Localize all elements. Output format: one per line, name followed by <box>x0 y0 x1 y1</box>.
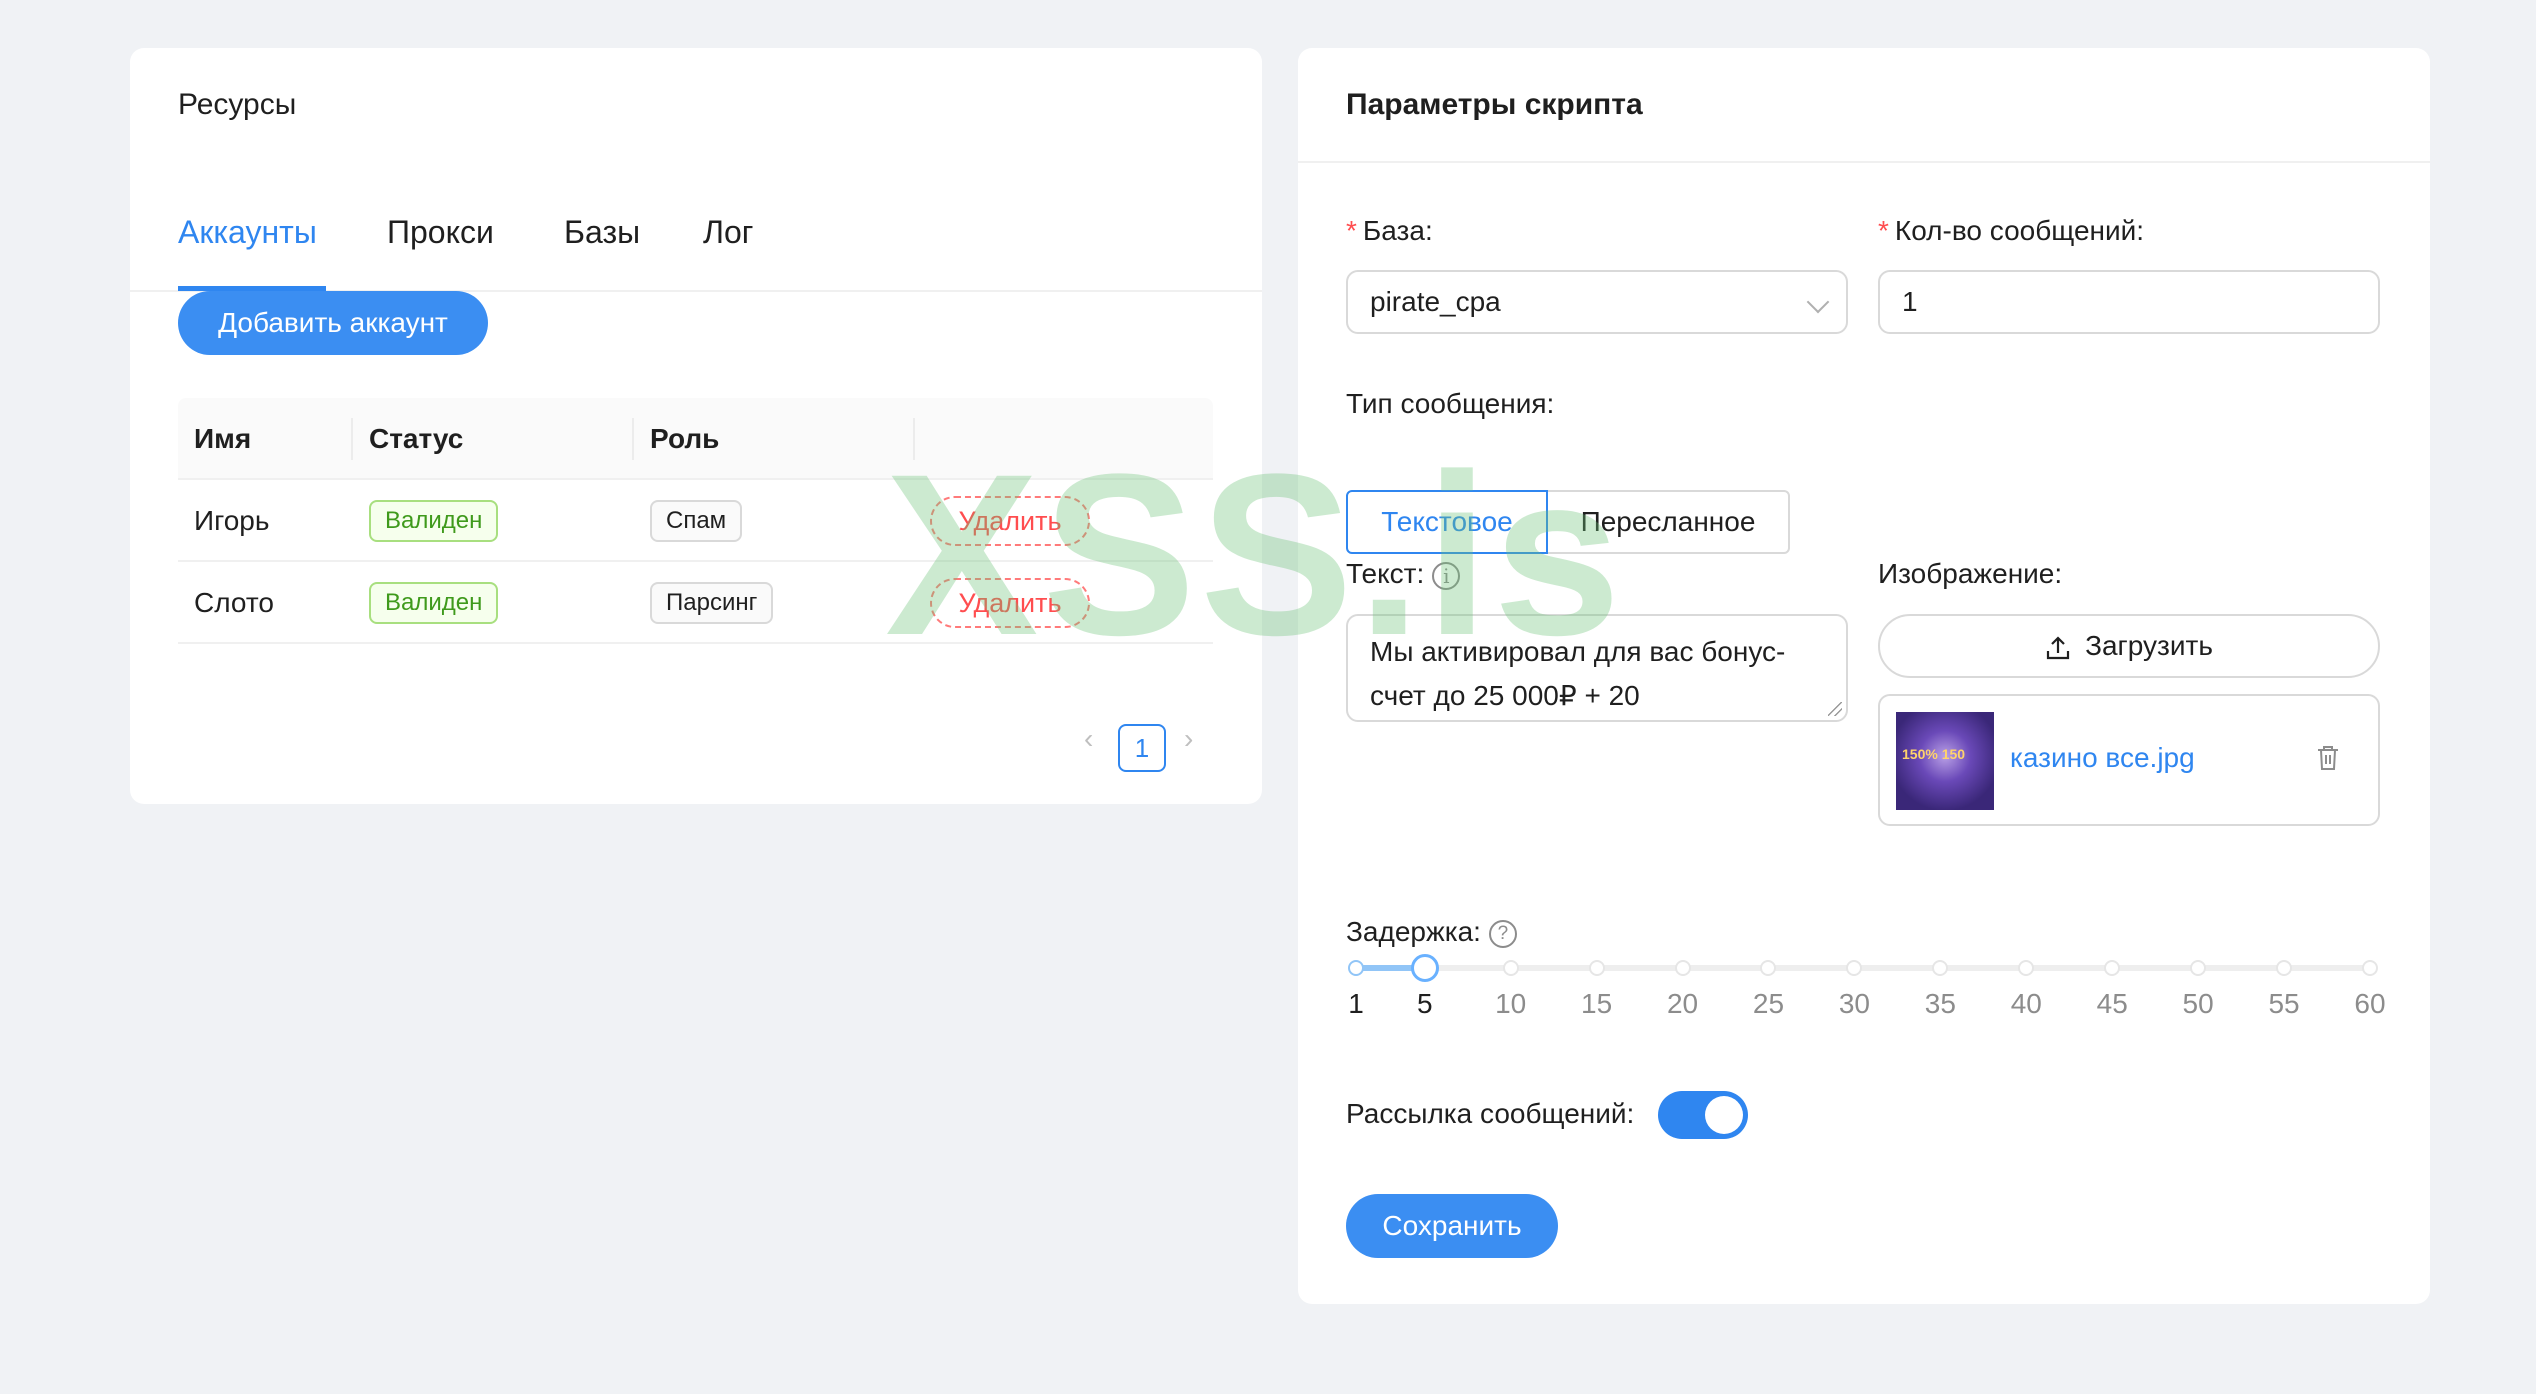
role-tag: Парсинг <box>650 582 774 624</box>
slider-mark-label: 5 <box>1416 988 1433 1019</box>
thumbnail-text: 150% 150 <box>1902 746 1966 762</box>
message-text-line: Мы активировал для вас бонус- <box>1370 636 1786 667</box>
column-header-name: Имя <box>194 423 252 454</box>
tab-log[interactable]: Лог <box>703 216 753 248</box>
slider-mark-label: 30 <box>1838 988 1870 1019</box>
message-text-area[interactable]: Мы активировал для вас бонус- счет до 25… <box>1346 614 1848 722</box>
status-badge: Валиден <box>369 582 499 624</box>
role-tag: Спам <box>650 500 743 542</box>
save-button[interactable]: Сохранить <box>1346 1194 1558 1258</box>
upload-label: Загрузить <box>2085 630 2213 661</box>
slider-dot <box>2104 960 2121 976</box>
uploaded-file-item: 150% 150 казино все.jpg <box>1878 694 2380 826</box>
chevron-right-icon[interactable]: › <box>1184 723 1193 755</box>
table-row: Игорь Валиден Спам Удалить <box>178 480 1213 562</box>
table-header: Имя Статус Роль <box>178 398 1213 480</box>
slider-mark-label: 40 <box>2010 988 2042 1019</box>
chevron-left-icon[interactable]: ‹ <box>1084 723 1093 755</box>
slider-dot <box>2276 960 2293 976</box>
message-type-label: Тип сообщения: <box>1346 388 1555 419</box>
slider-mark-label: 50 <box>2182 988 2214 1019</box>
mailing-label: Рассылка сообщений: <box>1346 1098 1635 1129</box>
delay-label: Задержка:? <box>1346 916 1517 948</box>
mailing-toggle[interactable] <box>1658 1091 1748 1139</box>
column-separator <box>351 418 353 460</box>
upload-button[interactable]: Загрузить <box>1878 614 2380 678</box>
info-icon[interactable]: i <box>1432 561 1461 590</box>
resources-tabs: Аккаунты Прокси Базы Лог <box>130 158 1262 292</box>
script-params-title: Параметры скрипта <box>1346 88 1643 121</box>
slider-mark-label: 35 <box>1924 988 1956 1019</box>
slider-dot <box>1674 960 1691 976</box>
slider-dot <box>2362 960 2378 976</box>
slider-mark-label: 45 <box>2096 988 2128 1019</box>
slider-dot <box>1502 960 1519 976</box>
toggle-knob <box>1705 1096 1743 1134</box>
tab-accounts[interactable]: Аккаунты <box>178 216 317 248</box>
accounts-table: Имя Статус Роль Игорь Валиден Спам Удали… <box>178 398 1213 644</box>
account-name: Игорь <box>194 505 270 536</box>
script-params-card: Параметры скрипта * База: pirate_cpa * Кол… <box>1298 48 2430 1304</box>
slider-dot <box>2018 960 2035 976</box>
base-label: * База: <box>1346 215 1433 247</box>
resources-card: Ресурсы Аккаунты Прокси Базы Лог Добавит… <box>130 48 1262 804</box>
upload-icon <box>2046 636 2070 659</box>
message-count-label: * Кол-во сообщений: <box>1878 215 2144 247</box>
slider-mark-label: 60 <box>2354 988 2386 1019</box>
image-thumbnail: 150% 150 <box>1896 712 1994 810</box>
slider-mark-label: 10 <box>1495 988 1527 1019</box>
base-label-text: База: <box>1362 215 1433 246</box>
message-type-forwarded-option[interactable]: Пересланное <box>1546 490 1790 554</box>
delete-account-button[interactable]: Удалить <box>930 496 1090 546</box>
base-select-value: pirate_cpa <box>1370 286 1501 317</box>
column-separator <box>913 418 915 460</box>
resize-handle-icon[interactable] <box>1828 702 1842 716</box>
base-select[interactable]: pirate_cpa <box>1346 270 1848 334</box>
slider-dot <box>1932 960 1949 976</box>
delay-label-text: Задержка: <box>1346 916 1481 947</box>
required-mark: * <box>1878 215 1889 246</box>
message-count-label-text: Кол-во сообщений: <box>1894 215 2145 246</box>
message-count-input[interactable]: 1 <box>1878 270 2380 334</box>
slider-mark-label: 20 <box>1666 988 1699 1019</box>
delete-account-button[interactable]: Удалить <box>930 578 1090 628</box>
question-icon[interactable]: ? <box>1488 919 1517 948</box>
resources-title: Ресурсы <box>178 88 297 121</box>
status-badge: Валиден <box>369 500 499 542</box>
card-header: Параметры скрипта <box>1298 48 2430 163</box>
image-label: Изображение: <box>1878 558 2063 589</box>
required-mark: * <box>1346 215 1357 246</box>
column-header-status: Статус <box>369 423 464 454</box>
slider-dot <box>1588 960 1605 976</box>
table-row: Слото Валиден Парсинг Удалить <box>178 562 1213 644</box>
text-label-text: Текст: <box>1346 558 1425 589</box>
message-type-text-option[interactable]: Текстовое <box>1346 490 1548 554</box>
slider-mark-label: 25 <box>1752 988 1785 1019</box>
tab-proxies[interactable]: Прокси <box>387 216 494 248</box>
add-account-button[interactable]: Добавить аккаунт <box>178 291 488 355</box>
slider-mark-label: 1 <box>1348 988 1364 1019</box>
slider-dot <box>1760 960 1777 976</box>
slider-dot <box>1846 960 1863 976</box>
account-name: Слото <box>194 587 274 618</box>
delay-slider-handle[interactable] <box>1410 954 1439 982</box>
slider-dot <box>2190 960 2207 976</box>
tab-bases[interactable]: Базы <box>564 216 640 248</box>
text-label: Текст: i <box>1346 558 1461 590</box>
slider-mark-label: 15 <box>1581 988 1613 1019</box>
message-text-line: счет до 25 000₽ + 20 <box>1370 680 1640 711</box>
chevron-down-icon <box>1806 290 1830 314</box>
page-number[interactable]: 1 <box>1118 724 1166 772</box>
column-header-role: Роль <box>650 423 720 454</box>
slider-dot <box>1348 960 1364 976</box>
file-name-link[interactable]: казино все.jpg <box>2010 742 2195 774</box>
column-separator <box>632 418 634 460</box>
trash-icon[interactable] <box>2316 744 2340 777</box>
slider-mark-label: 55 <box>2268 988 2300 1019</box>
